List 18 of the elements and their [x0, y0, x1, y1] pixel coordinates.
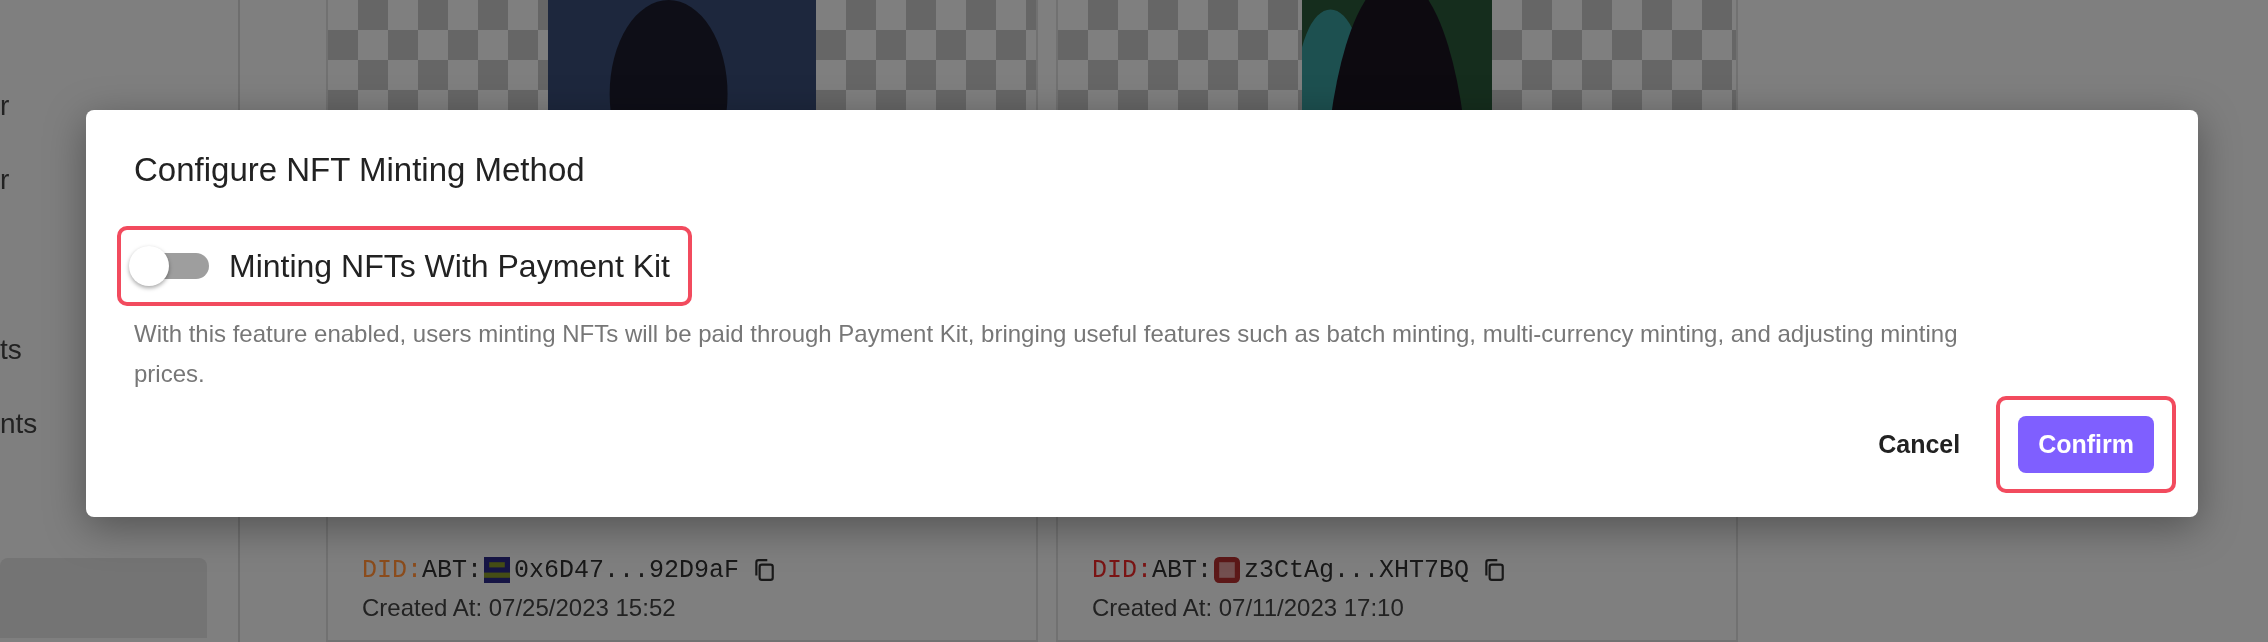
did-prefix: ABT:	[422, 555, 483, 585]
did-label: DID:	[362, 555, 422, 585]
cancel-button[interactable]: Cancel	[1874, 420, 1965, 469]
created-date: Created At: 07/25/2023 15:52	[362, 594, 677, 622]
copy-icon[interactable]	[753, 558, 776, 582]
dialog-title: Configure NFT Minting Method	[134, 150, 586, 190]
avatar-icon	[484, 557, 511, 583]
copy-icon[interactable]	[1483, 558, 1506, 582]
did-prefix: ABT:	[1152, 555, 1213, 585]
toggle-label: Minting NFTs With Payment Kit	[229, 247, 670, 285]
created-date: Created At: 07/11/2023 17:10	[1092, 594, 1405, 622]
description: With this feature enabled, users minting NFTs will be paid through Payment Kit, bringing useful features such as batch minting, multi-currency minting, and adjusting minting prices.	[134, 319, 1959, 389]
did-address: z3CtAg...XHT7BQ	[1244, 555, 1470, 585]
did-label: DID:	[1092, 555, 1152, 585]
confirm-button[interactable]: Confirm	[2018, 416, 2154, 473]
did-address: 0x6D47...92D9aF	[514, 555, 740, 585]
toggle-switch[interactable]	[129, 244, 209, 288]
avatar-icon	[1214, 557, 1241, 583]
